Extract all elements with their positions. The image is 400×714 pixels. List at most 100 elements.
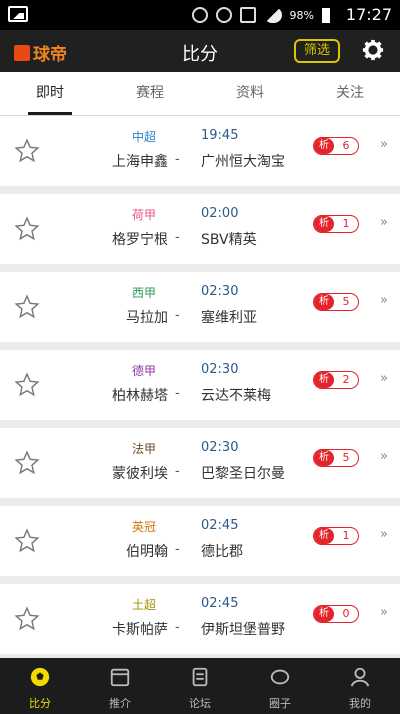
battery-percent: 98%: [289, 8, 314, 22]
star-icon[interactable]: [14, 216, 40, 242]
match-list: 中超 19:45 上海申鑫 - 广州恒大淘宝 析6 » 荷甲 02:00 格罗宁…: [0, 116, 400, 658]
soccer-ball-icon: [30, 667, 50, 687]
match-row[interactable]: 中超 19:45 上海申鑫 - 广州恒大淘宝 析6 »: [0, 116, 400, 186]
match-time: 02:45: [201, 518, 239, 533]
analysis-badge[interactable]: 析1: [313, 215, 359, 233]
league-label: 德甲: [131, 364, 156, 378]
status-icons: 98%: [191, 7, 330, 23]
analysis-badge[interactable]: 析2: [313, 371, 359, 389]
match-row[interactable]: 德甲 02:30 柏林赫塔 - 云达不莱梅 析2 »: [0, 350, 400, 420]
badge-count: 1: [342, 529, 350, 542]
badge-label: 析: [314, 372, 334, 388]
home-team: 马拉加: [126, 310, 168, 326]
match-time: 02:30: [201, 440, 239, 455]
analysis-badge[interactable]: 析1: [313, 527, 359, 545]
chevron-right-icon[interactable]: »: [380, 293, 388, 308]
badge-count: 2: [342, 373, 350, 386]
circle-icon: [270, 669, 290, 685]
nav-label: 比分: [29, 697, 51, 710]
away-team: 巴黎圣日尔曼: [201, 466, 285, 482]
badge-count: 5: [342, 295, 350, 308]
tab-schedule[interactable]: 赛程: [100, 72, 200, 115]
badge-label: 析: [314, 528, 334, 544]
star-icon[interactable]: [14, 450, 40, 476]
match-time: 02:30: [201, 284, 239, 299]
forum-icon: [192, 667, 208, 687]
wifi-icon: [215, 7, 232, 23]
chevron-right-icon[interactable]: »: [380, 449, 388, 464]
nav-forum[interactable]: 论坛: [160, 658, 240, 714]
away-team: SBV精英: [201, 232, 257, 248]
bottom-nav: 比分 推介 论坛 圈子 我的: [0, 658, 400, 714]
away-team: 伊斯坦堡普野: [201, 622, 285, 638]
match-row[interactable]: 英冠 02:45 伯明翰 - 德比郡 析1 »: [0, 506, 400, 576]
vs-separator: -: [175, 230, 180, 245]
chevron-right-icon[interactable]: »: [380, 527, 388, 542]
tab-data[interactable]: 资料: [200, 72, 300, 115]
nav-circle[interactable]: 圈子: [240, 658, 320, 714]
battery-icon: [322, 7, 330, 23]
match-row[interactable]: 西甲 02:30 马拉加 - 塞维利亚 析5 »: [0, 272, 400, 342]
nav-label: 推介: [109, 697, 131, 710]
match-time: 02:30: [201, 362, 239, 377]
home-team: 伯明翰: [126, 544, 168, 560]
vs-separator: -: [175, 464, 180, 479]
status-time: 17:27: [345, 5, 392, 24]
match-row[interactable]: 土超 02:45 卡斯帕萨 - 伊斯坦堡普野 析0 »: [0, 584, 400, 654]
badge-label: 析: [314, 216, 334, 232]
home-team: 上海申鑫: [112, 154, 168, 170]
calendar-icon: [110, 668, 130, 687]
app-header: 球帝 比分 筛选: [0, 30, 400, 72]
analysis-badge[interactable]: 析0: [313, 605, 359, 623]
chevron-right-icon[interactable]: »: [380, 605, 388, 620]
analysis-badge[interactable]: 析5: [313, 293, 359, 311]
profile-icon: [350, 667, 370, 687]
analysis-badge[interactable]: 析6: [313, 137, 359, 155]
status-bar: 98% 17:27: [0, 0, 400, 30]
star-icon[interactable]: [14, 606, 40, 632]
match-time: 02:45: [201, 596, 239, 611]
league-label: 英冠: [131, 520, 156, 534]
star-icon[interactable]: [14, 294, 40, 320]
badge-label: 析: [314, 138, 334, 154]
filter-button[interactable]: 筛选: [294, 39, 340, 63]
home-team: 柏林赫塔: [112, 388, 168, 404]
nav-label: 论坛: [189, 697, 211, 710]
match-time: 19:45: [201, 128, 239, 143]
logo-mark-icon: [14, 44, 30, 61]
nav-recommend[interactable]: 推介: [80, 658, 160, 714]
tab-follow[interactable]: 关注: [300, 72, 400, 115]
chevron-right-icon[interactable]: »: [380, 215, 388, 230]
vs-separator: -: [175, 308, 180, 323]
home-team: 卡斯帕萨: [112, 622, 168, 638]
badge-count: 5: [342, 451, 350, 464]
match-row[interactable]: 法甲 02:30 蒙彼利埃 - 巴黎圣日尔曼 析5 »: [0, 428, 400, 498]
league-label: 荷甲: [131, 208, 156, 222]
match-time: 02:00: [201, 206, 239, 221]
star-icon[interactable]: [14, 528, 40, 554]
badge-count: 1: [342, 217, 350, 230]
logo-text: 球帝: [33, 45, 67, 65]
star-icon[interactable]: [14, 372, 40, 398]
nav-profile[interactable]: 我的: [320, 658, 400, 714]
badge-label: 析: [314, 606, 334, 622]
badge-label: 析: [314, 294, 334, 310]
star-icon[interactable]: [14, 138, 40, 164]
chevron-right-icon[interactable]: »: [380, 137, 388, 152]
alarm-icon: [191, 7, 208, 23]
gallery-icon: [8, 6, 28, 22]
vs-separator: -: [175, 542, 180, 557]
nav-label: 我的: [349, 697, 371, 710]
tab-live[interactable]: 即时: [0, 72, 100, 115]
league-label: 西甲: [131, 286, 156, 300]
vs-separator: -: [175, 386, 180, 401]
nav-label: 圈子: [269, 697, 291, 710]
match-row[interactable]: 荷甲 02:00 格罗宁根 - SBV精英 析1 »: [0, 194, 400, 264]
vs-separator: -: [175, 620, 180, 635]
analysis-badge[interactable]: 析5: [313, 449, 359, 467]
nav-score[interactable]: 比分: [0, 658, 80, 714]
league-label: 法甲: [131, 442, 156, 456]
sim-icon: [239, 7, 256, 23]
gear-icon[interactable]: [362, 39, 384, 61]
chevron-right-icon[interactable]: »: [380, 371, 388, 386]
